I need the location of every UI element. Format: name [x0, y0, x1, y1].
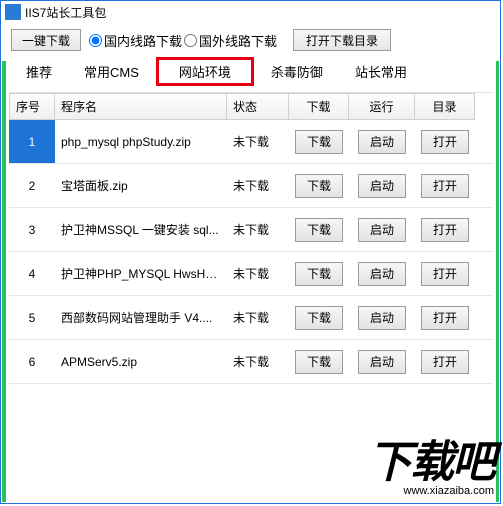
col-download-header[interactable]: 下载: [289, 93, 349, 120]
table-row[interactable]: 4护卫神PHP_MYSQL HwsHostM...未下载下载启动打开: [9, 252, 493, 296]
table-row[interactable]: 1php_mysql phpStudy.zip未下载下载启动打开: [9, 120, 493, 164]
cell-status: 未下载: [227, 221, 289, 238]
tab-cms[interactable]: 常用CMS: [69, 57, 154, 86]
col-name-header[interactable]: 程序名: [55, 93, 227, 120]
cell-name: 护卫神MSSQL 一键安装 sql...: [55, 221, 227, 238]
tab-recommend[interactable]: 推荐: [11, 57, 67, 86]
download-button[interactable]: 下载: [295, 350, 343, 374]
cell-name: php_mysql phpStudy.zip: [55, 135, 227, 149]
tabs: 推荐 常用CMS 网站环境 杀毒防御 站长常用: [1, 57, 500, 86]
cell-seq: 2: [9, 179, 55, 193]
app-window: IIS7站长工具包 一键下载 国内线路下载 国外线路下载 打开下载目录 推荐 常…: [0, 0, 501, 504]
table-row[interactable]: 6APMServ5.zip未下载下载启动打开: [9, 340, 493, 384]
radio-overseas-input[interactable]: [184, 34, 197, 47]
table-row[interactable]: 3护卫神MSSQL 一键安装 sql...未下载下载启动打开: [9, 208, 493, 252]
open-button[interactable]: 打开: [421, 306, 469, 330]
download-button[interactable]: 下载: [295, 130, 343, 154]
download-all-button[interactable]: 一键下载: [11, 29, 81, 51]
run-button[interactable]: 启动: [358, 350, 406, 374]
program-table: 序号 程序名 状态 下载 运行 目录 1php_mysql phpStudy.z…: [9, 92, 493, 384]
run-button[interactable]: 启动: [358, 306, 406, 330]
download-button[interactable]: 下载: [295, 306, 343, 330]
app-icon: [5, 4, 21, 20]
cell-name: 护卫神PHP_MYSQL HwsHostM...: [55, 265, 227, 282]
window-title: IIS7站长工具包: [25, 4, 106, 21]
open-button[interactable]: 打开: [421, 262, 469, 286]
table-body: 1php_mysql phpStudy.zip未下载下载启动打开2宝塔面板.zi…: [9, 120, 493, 384]
cell-seq: 6: [9, 355, 55, 369]
tab-webmaster[interactable]: 站长常用: [340, 57, 422, 86]
mirror-radio-group: 国内线路下载 国外线路下载: [89, 31, 277, 50]
radio-domestic-input[interactable]: [89, 34, 102, 47]
radio-overseas[interactable]: 国外线路下载: [184, 31, 277, 50]
col-run-header[interactable]: 运行: [349, 93, 415, 120]
download-button[interactable]: 下载: [295, 218, 343, 242]
tab-web-env[interactable]: 网站环境: [156, 57, 254, 86]
open-dir-button[interactable]: 打开下载目录: [293, 29, 391, 51]
cell-status: 未下载: [227, 353, 289, 370]
left-accent-stripe: [2, 61, 6, 502]
cell-status: 未下载: [227, 133, 289, 150]
cell-status: 未下载: [227, 177, 289, 194]
cell-status: 未下载: [227, 309, 289, 326]
toolbar: 一键下载 国内线路下载 国外线路下载 打开下载目录: [1, 23, 500, 57]
watermark: 下载吧 www.xiazaiba.com: [368, 443, 494, 497]
open-button[interactable]: 打开: [421, 130, 469, 154]
table-row[interactable]: 2宝塔面板.zip未下载下载启动打开: [9, 164, 493, 208]
tab-antivirus[interactable]: 杀毒防御: [256, 57, 338, 86]
right-accent-stripe: [496, 61, 499, 502]
download-button[interactable]: 下载: [295, 262, 343, 286]
col-seq-header[interactable]: 序号: [9, 93, 55, 120]
run-button[interactable]: 启动: [358, 262, 406, 286]
open-button[interactable]: 打开: [421, 350, 469, 374]
run-button[interactable]: 启动: [358, 130, 406, 154]
col-dir-header[interactable]: 目录: [415, 93, 475, 120]
table-header: 序号 程序名 状态 下载 运行 目录: [9, 93, 493, 120]
cell-seq: 1: [9, 120, 55, 163]
radio-domestic[interactable]: 国内线路下载: [89, 31, 182, 50]
radio-overseas-label: 国外线路下载: [199, 31, 277, 50]
cell-status: 未下载: [227, 265, 289, 282]
open-button[interactable]: 打开: [421, 174, 469, 198]
cell-seq: 3: [9, 223, 55, 237]
run-button[interactable]: 启动: [358, 218, 406, 242]
cell-seq: 4: [9, 267, 55, 281]
download-button[interactable]: 下载: [295, 174, 343, 198]
cell-name: 宝塔面板.zip: [55, 177, 227, 194]
radio-domestic-label: 国内线路下载: [104, 31, 182, 50]
cell-name: APMServ5.zip: [55, 355, 227, 369]
cell-name: 西部数码网站管理助手 V4....: [55, 309, 227, 326]
open-button[interactable]: 打开: [421, 218, 469, 242]
run-button[interactable]: 启动: [358, 174, 406, 198]
titlebar: IIS7站长工具包: [1, 1, 500, 23]
table-row[interactable]: 5西部数码网站管理助手 V4....未下载下载启动打开: [9, 296, 493, 340]
cell-seq: 5: [9, 311, 55, 325]
col-status-header[interactable]: 状态: [227, 93, 289, 120]
watermark-text: 下载吧: [368, 443, 494, 483]
